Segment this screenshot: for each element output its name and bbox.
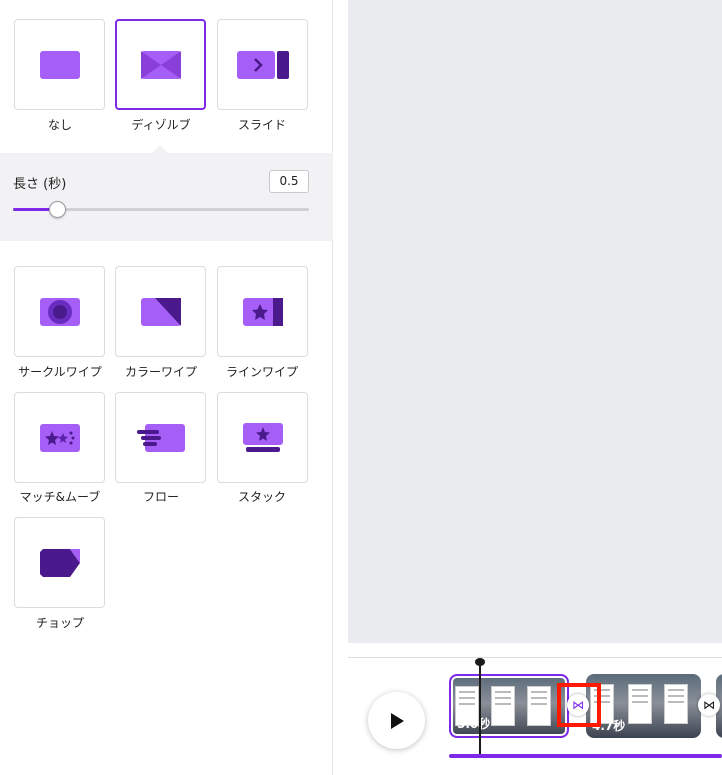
chop-icon — [39, 548, 80, 577]
clip-thumbnail — [664, 684, 688, 724]
transition-stack-label: スタック — [237, 490, 286, 504]
transition-none-tile[interactable] — [14, 19, 105, 110]
transition-match-move-tile[interactable] — [14, 392, 105, 483]
transition-flow-tile[interactable] — [115, 392, 206, 483]
clip-thumbnail — [527, 686, 551, 726]
transition-match-move-label: マッチ&ムーブ — [19, 490, 101, 504]
line-wipe-icon — [242, 297, 283, 326]
match-move-icon — [39, 423, 80, 452]
duration-label: 長さ (秒) — [13, 177, 67, 192]
transition-panel: なし ディゾルブ スライド 長さ (秒) 0.5 サークルワイプ カラーワイプ … — [0, 0, 333, 775]
playhead[interactable] — [479, 658, 481, 758]
color-wipe-icon — [140, 297, 181, 326]
transition-line-wipe-tile[interactable] — [217, 266, 308, 357]
duration-slider-handle[interactable] — [48, 201, 66, 218]
duration-input[interactable]: 0.5 — [269, 170, 309, 193]
transition-none-label: なし — [47, 118, 72, 132]
timeline-divider — [348, 643, 722, 657]
transition-line-wipe-label: ラインワイプ — [225, 365, 298, 379]
selection-pointer — [152, 145, 168, 153]
transition-none-icon — [39, 50, 80, 79]
design-canvas — [348, 0, 722, 643]
transition-chop-tile[interactable] — [14, 517, 105, 608]
timeline-clip-2[interactable]: 4.7秒 — [586, 674, 701, 738]
transition-dissolve-tile[interactable] — [115, 19, 206, 110]
clip-thumbnail — [491, 686, 515, 726]
timeline: 5.0秒 4.7秒 ⋈ ⋈ — [348, 657, 722, 775]
flow-icon — [136, 423, 185, 452]
transition-flow-label: フロー — [142, 490, 179, 504]
transition-dissolve-label: ディゾルブ — [131, 118, 191, 132]
duration-slider[interactable] — [13, 201, 309, 218]
transition-button-2[interactable]: ⋈ — [698, 694, 720, 716]
transition-slide-label: スライド — [237, 118, 286, 132]
stack-icon — [242, 422, 283, 452]
transition-color-wipe-label: カラーワイプ — [124, 365, 197, 379]
transition-dissolve-icon — [140, 50, 181, 79]
play-icon — [390, 712, 404, 729]
clip-thumbnail — [628, 684, 652, 724]
transition-circle-wipe-label: サークルワイプ — [18, 365, 102, 379]
duration-settings: 長さ (秒) 0.5 — [0, 153, 333, 241]
timeline-progress-bar — [449, 754, 722, 758]
timeline-clip-1[interactable]: 5.0秒 — [449, 674, 569, 738]
clip-duration: 5.0秒 — [457, 717, 491, 731]
transition-chop-label: チョップ — [35, 616, 84, 630]
transition-color-wipe-tile[interactable] — [115, 266, 206, 357]
transition-slide-icon — [236, 50, 289, 79]
transition-slide-tile[interactable] — [217, 19, 308, 110]
transition-circle-wipe-tile[interactable] — [14, 266, 105, 357]
play-button[interactable] — [368, 692, 425, 749]
highlight-box — [557, 683, 601, 727]
circle-wipe-icon — [39, 297, 80, 326]
transition-stack-tile[interactable] — [217, 392, 308, 483]
